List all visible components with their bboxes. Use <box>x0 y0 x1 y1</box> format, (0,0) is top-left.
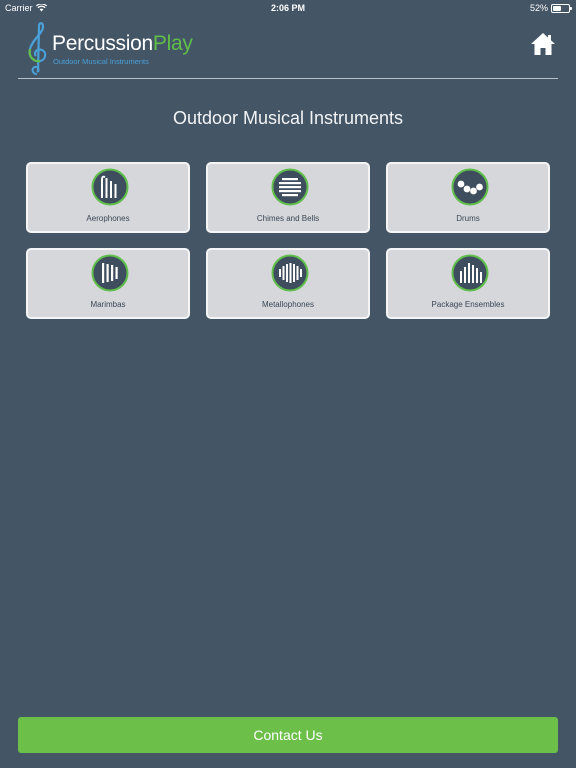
metallophones-icon <box>271 254 309 292</box>
drums-icon <box>451 168 489 206</box>
status-bar: Carrier 2:06 PM 52% <box>0 0 576 16</box>
header-divider <box>18 78 558 79</box>
app-logo: PercussionPlay Outdoor Musical Instrumen… <box>24 20 214 76</box>
category-label: Package Ensembles <box>431 300 505 309</box>
category-tile-chimes-and-bells[interactable]: Chimes and Bells <box>206 162 370 233</box>
category-label: Metallophones <box>261 300 315 309</box>
home-button[interactable] <box>530 30 556 58</box>
status-time: 2:06 PM <box>270 3 305 13</box>
category-label: Drums <box>456 214 480 223</box>
header: PercussionPlay Outdoor Musical Instrumen… <box>0 16 576 80</box>
category-tile-drums[interactable]: Drums <box>386 162 550 233</box>
category-tile-package-ensembles[interactable]: Package Ensembles <box>386 248 550 319</box>
treble-clef-icon <box>28 22 47 75</box>
battery-icon <box>551 3 572 13</box>
category-label: Marimbas <box>90 300 126 309</box>
battery-fill <box>553 5 561 11</box>
marimbas-icon <box>91 254 129 292</box>
page-title: Outdoor Musical Instruments <box>172 108 404 128</box>
category-label: Aerophones <box>86 214 130 223</box>
ensembles-icon <box>451 254 489 292</box>
category-tile-aerophones[interactable]: Aerophones <box>26 162 190 233</box>
logo-word-play: Play <box>152 32 193 55</box>
chimes-icon <box>271 168 309 206</box>
logo-subtitle: Outdoor Musical Instruments <box>53 57 149 66</box>
logo-word-percussion: Percussion <box>52 32 153 55</box>
home-icon <box>531 33 555 55</box>
category-tile-marimbas[interactable]: Marimbas <box>26 248 190 319</box>
battery-percentage: 52% <box>529 3 548 13</box>
logo-title: PercussionPlay <box>52 32 193 56</box>
category-label: Chimes and Bells <box>256 214 320 223</box>
category-tile-metallophones[interactable]: Metallophones <box>206 248 370 319</box>
status-right: 52% <box>529 3 572 13</box>
aerophones-icon <box>91 168 129 206</box>
contact-us-button[interactable]: Contact Us <box>18 717 558 753</box>
